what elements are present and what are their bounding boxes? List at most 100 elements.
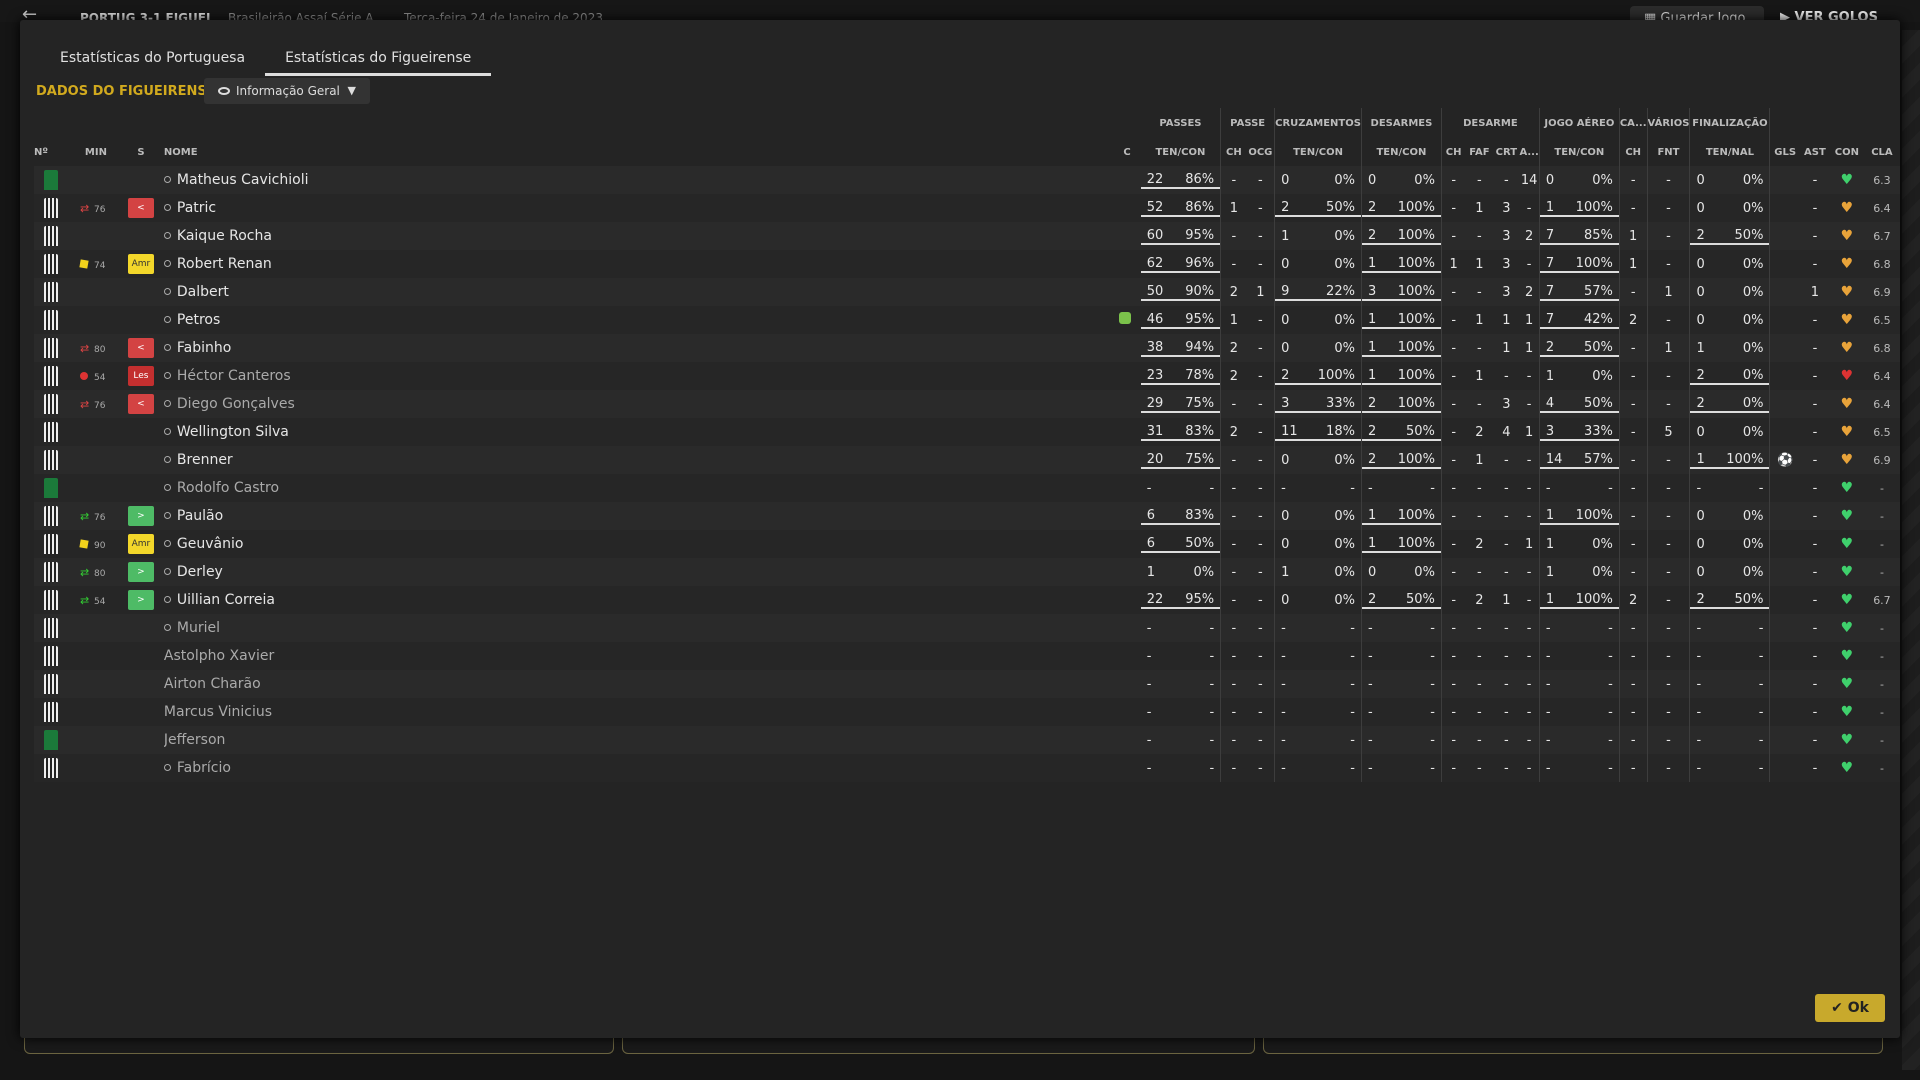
table-row[interactable]: Astolpho Xavier - - - - - - - - - - - - - - - - - - - ♥ - [34,642,1900,670]
name-cell[interactable]: Brenner [163,446,814,474]
player-name[interactable]: Petros [177,312,220,328]
player-name[interactable]: Fabrício [177,760,231,776]
player-name[interactable]: Matheus Cavichioli [177,172,309,188]
player-name[interactable]: Kaique Rocha [177,228,272,244]
col-desarmes-ten-con[interactable]: TEN/CON [1360,138,1442,166]
table-row[interactable]: Matheus Cavichioli 22 86% - -0 0% 0 0% - - -14 0 0% -… [34,166,1900,194]
col-name[interactable]: NOME [164,138,813,166]
name-cell[interactable]: Airton Charão [163,670,814,698]
player-name[interactable]: Jefferson [164,732,226,748]
table-row[interactable]: Airton Charão - - - - - - - - - - - - - - - - - - - ♥ - [34,670,1900,698]
player-name[interactable]: Muriel [177,620,220,636]
table-row[interactable]: Marcus Vinicius - - - - - - - - - - - - - - - - - - - ♥ - [34,698,1900,726]
stat-pair: 0 0% [1276,313,1361,328]
table-row[interactable]: Rodolfo Castro - - - - - - - - - - - - - - - - - - - ♥ - [34,474,1900,502]
shirt-icon [44,422,58,442]
name-cell[interactable]: Matheus Cavichioli [163,166,814,194]
col-passe-ch[interactable]: CH [1220,138,1247,166]
player-name[interactable]: Derley [177,564,223,580]
player-name[interactable]: Héctor Canteros [177,368,291,384]
player-name[interactable]: Robert Renan [177,256,272,272]
name-cell[interactable]: Derley [163,558,814,586]
col-aereo-ten-con[interactable]: TEN/CON [1538,138,1620,166]
col-desarme-a[interactable]: A... [1519,138,1539,166]
col-desarme-ch[interactable]: CH [1440,138,1466,166]
col-ast[interactable]: AST [1800,138,1830,166]
name-cell[interactable]: Uillian Correia [163,586,814,614]
name-cell[interactable]: Fabinho [163,334,814,362]
col-gls[interactable]: GLS [1769,138,1800,166]
col-cruz-ten-con[interactable]: TEN/CON [1274,138,1362,166]
player-name[interactable]: Marcus Vinicius [164,704,272,720]
col-ca-ch[interactable]: CH [1618,138,1648,166]
tab-figueirense[interactable]: Estatísticas do Figueirense [265,48,492,76]
heart-icon: ♥ [1840,395,1854,412]
player-name[interactable]: Geuvânio [177,536,244,552]
col-cla[interactable]: CLA [1864,138,1900,166]
table-row[interactable]: ⇄ 76 < Diego Gonçalves 29 75% - -3 33% 2 100% - -3-4… [34,390,1900,418]
table-row[interactable]: Fabrício - - - - - - - - - - - - - - - - - - - ♥ - [34,754,1900,782]
name-cell[interactable]: Petros [163,306,814,334]
table-row[interactable]: ⇄ 54 > Uillian Correia 22 95% - -0 0% 2 50% -2 1-1 10… [34,586,1900,614]
stat-tried: - [1281,732,1286,748]
col-c[interactable]: C [813,138,1141,166]
name-cell[interactable]: Héctor Canteros [163,362,814,390]
name-cell[interactable]: Diego Gonçalves [163,390,814,418]
name-cell[interactable]: Dalbert [163,278,814,306]
table-row[interactable]: Brenner 20 75% - -0 0% 2 100% -1- -14 57% - -1 100% ⚽ -… [34,446,1900,474]
player-name[interactable]: Rodolfo Castro [177,480,279,496]
col-number[interactable]: Nº [34,138,74,166]
c-cell [813,390,1141,418]
name-cell[interactable]: Marcus Vinicius [163,698,814,726]
name-cell[interactable]: Jefferson [163,726,814,754]
table-row[interactable]: 90 Amr Geuvânio 6 50% - -0 0% 1 100% -2-1 1 0% - -0 0% -… [34,530,1900,558]
tab-portuguesa[interactable]: Estatísticas do Portuguesa [40,48,265,76]
player-name[interactable]: Dalbert [177,284,229,300]
table-row[interactable]: Wellington Silva 31 83% 2-11 18% 2 50% -2 4 1 3 33%… [34,418,1900,446]
col-desarme-faf[interactable]: FAF [1465,138,1493,166]
name-cell[interactable]: Wellington Silva [163,418,814,446]
player-name[interactable]: Fabinho [177,340,231,356]
player-name[interactable]: Wellington Silva [177,424,289,440]
col-s[interactable]: S [118,138,164,166]
name-cell[interactable]: Paulão [163,502,814,530]
name-cell[interactable]: Robert Renan [163,250,814,278]
col-passe-ocg[interactable]: OCG [1247,138,1275,166]
name-cell[interactable]: Kaique Rocha [163,222,814,250]
table-row[interactable]: ⇄ 76 < Patric 52 86% 1-2 50% 2 100% -1 3-1 100% - -0 0%… [34,194,1900,222]
desarme-crt-cell: - [1493,726,1520,754]
view-dropdown[interactable]: Informação Geral ▼ [204,78,370,104]
ok-button[interactable]: ✔ Ok [1815,994,1885,1022]
table-row[interactable]: 74 Amr Robert Renan 62 96% - -0 0% 1 100% 1 1 3-7 100… [34,250,1900,278]
table-row[interactable]: Kaique Rocha 60 95% - -1 0% 2 100% - -3 2 7 85% 1-2 50… [34,222,1900,250]
name-cell[interactable]: Rodolfo Castro [163,474,814,502]
table-row[interactable]: 54 Les Héctor Canteros 23 78% 2-2 100% 1 100% -1-… [34,362,1900,390]
player-name[interactable]: Brenner [177,452,233,468]
table-row[interactable]: Dalbert 50 90% 2 1 9 22% 3 100% - -3 2 7 57% -1 0 0% 1 ♥ 6.… [34,278,1900,306]
name-cell[interactable]: Geuvânio [163,530,814,558]
col-min[interactable]: MIN [74,138,118,166]
player-name[interactable]: Uillian Correia [177,592,275,608]
col-desarme-crt[interactable]: CRT [1493,138,1519,166]
name-cell[interactable]: Fabrício [163,754,814,782]
player-name[interactable]: Patric [177,200,216,216]
col-con[interactable]: CON [1830,138,1864,166]
table-row[interactable]: Jefferson - - - - - - - - - - - - - - - - - - - ♥ - [34,726,1900,754]
name-cell[interactable]: Muriel [163,614,814,642]
col-final-ten-nal[interactable]: TEN/NAL [1689,138,1770,166]
name-cell[interactable]: Patric [163,194,814,222]
name-cell[interactable]: Astolpho Xavier [163,642,814,670]
table-row[interactable]: Petros 46 95% 1-0 0% 1 100% -1 1 1 7 42% 2-0 0% - ♥ 6.5 [34,306,1900,334]
ast-cell: - [1799,586,1830,614]
table-row[interactable]: Muriel - - - - - - - - - - - - - - - - - - - ♥ - [34,614,1900,642]
stat-pair: 0 0% [1691,313,1769,328]
player-name[interactable]: Paulão [177,508,223,524]
player-name[interactable]: Airton Charão [164,676,261,692]
player-name[interactable]: Astolpho Xavier [164,648,274,664]
col-varios-fnt[interactable]: FNT [1646,138,1690,166]
col-passes-ten-con[interactable]: TEN/CON [1141,138,1221,166]
table-row[interactable]: ⇄ 80 < Fabinho 38 94% 2-0 0% 1 100% - -1 1 2 50% -1 1 0% -… [34,334,1900,362]
table-row[interactable]: ⇄ 76 > Paulão 6 83% - -0 0% 1 100% - - - -1 100% - -0 0% - ♥… [34,502,1900,530]
table-row[interactable]: ⇄ 80 > Derley 1 0% - -1 0% 0 0% - - - -1 0% - -0 0% - ♥ - [34,558,1900,586]
player-name[interactable]: Diego Gonçalves [177,396,295,412]
